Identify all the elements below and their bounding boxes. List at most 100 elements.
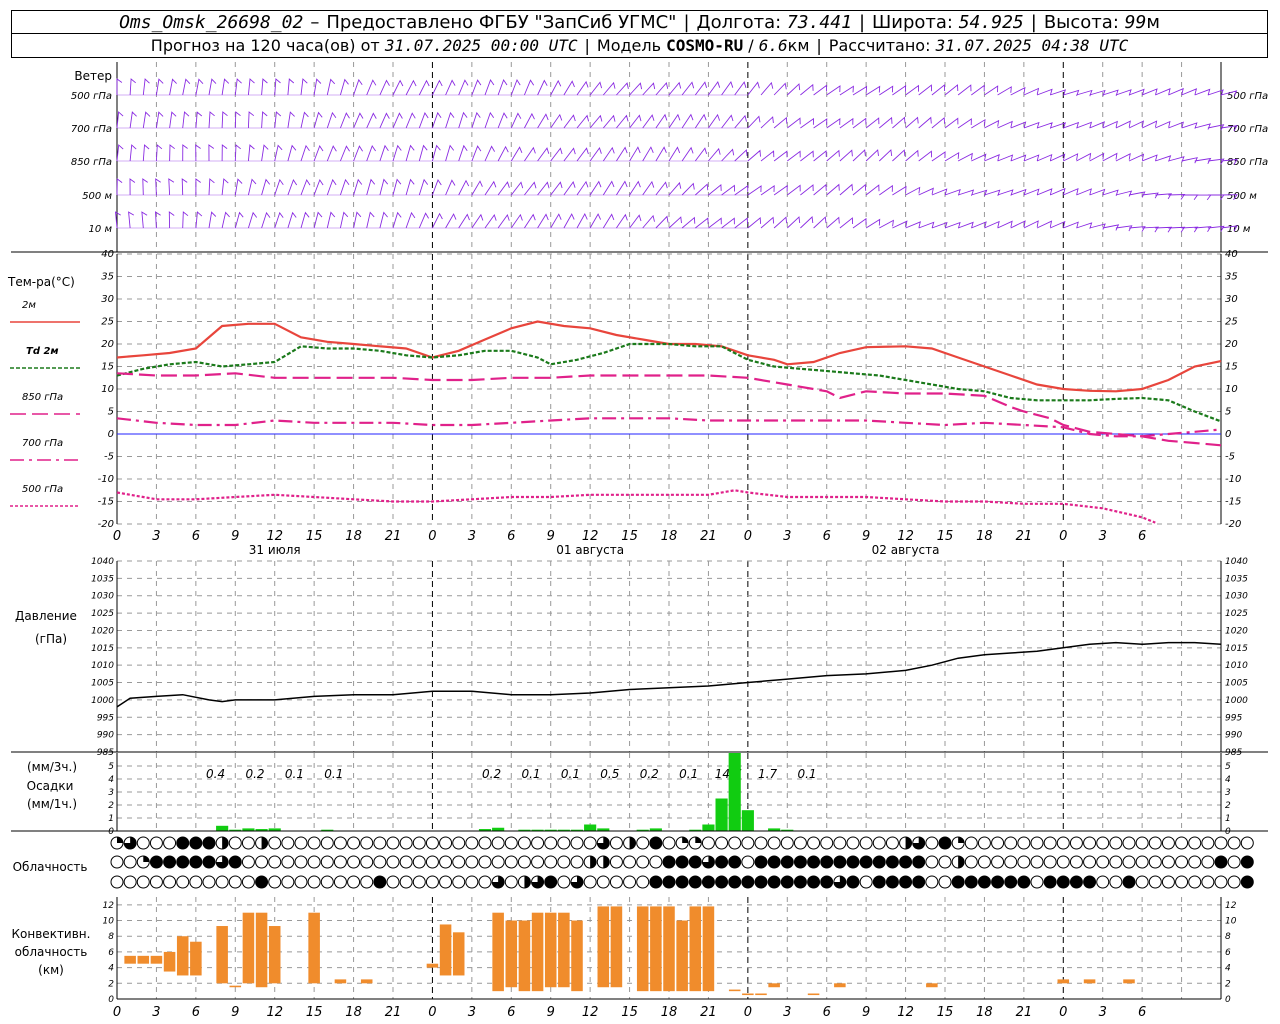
temperature-tick-label: 25 xyxy=(1225,317,1238,328)
temperature-tick-label: 40 xyxy=(101,249,114,260)
cloud-cover-symbol xyxy=(465,875,479,889)
hour-tick-label-bottom: 3 xyxy=(783,1005,791,1020)
cloud-cover-symbol xyxy=(531,836,545,850)
cloud-cover-symbol xyxy=(333,875,347,889)
cloud-cover-symbol xyxy=(399,855,413,869)
cloud-cover-symbol xyxy=(386,875,400,889)
cloud-cover-fill xyxy=(524,875,531,888)
cloud-cover-symbol xyxy=(715,836,729,850)
cloud-cover-symbol xyxy=(1109,836,1123,850)
precipitation-total-label: 0.2 xyxy=(640,767,659,781)
hour-tick-label-bottom: 9 xyxy=(862,1005,870,1020)
cloud-cover-symbol xyxy=(557,836,571,850)
temperature-series-5 xyxy=(116,489,1156,524)
cloud-cover-symbol xyxy=(425,855,439,869)
hour-tick-label: 12 xyxy=(897,529,914,544)
temperature-tick-label: 35 xyxy=(101,272,114,283)
cloud-cover-symbol xyxy=(609,875,623,889)
cloud-cover-symbol xyxy=(675,875,689,889)
cloud-cover-symbol xyxy=(912,875,926,889)
cloud-cover-fill xyxy=(905,837,912,849)
cloud-cover-symbol xyxy=(1096,855,1110,869)
cloud-cover-symbol xyxy=(189,875,203,889)
cloud-cover-symbol xyxy=(373,855,387,869)
legend-label: 500 гПа xyxy=(22,484,63,495)
legend-label: 850 гПа xyxy=(22,392,63,403)
cloud-cover-symbol xyxy=(1175,836,1189,850)
wind-barbs-1 xyxy=(116,78,1238,97)
cloud-cover-symbol xyxy=(1083,875,1097,889)
convective-bar xyxy=(926,983,938,988)
cloud-cover-symbol xyxy=(701,875,715,889)
cloud-cover-fill xyxy=(682,837,689,843)
cloud-cover-symbol xyxy=(504,836,518,850)
pressure-tick-label: 1010 xyxy=(1225,661,1248,671)
temperature-tick-label: 30 xyxy=(101,294,114,305)
cloud-cover-symbol xyxy=(1017,875,1031,889)
pressure-tick-label: 990 xyxy=(97,731,114,741)
cloud-cover-symbol xyxy=(872,855,886,869)
cloud-cover-symbol xyxy=(1056,836,1070,850)
cloud-cover-symbol xyxy=(596,875,610,889)
cloud-cover-symbol xyxy=(425,875,439,889)
cloud-cover-symbol xyxy=(281,875,295,889)
hour-tick-label: 6 xyxy=(507,529,515,544)
cloud-cover-symbol xyxy=(649,875,663,889)
cloud-cover-symbol xyxy=(859,855,873,869)
cloud-cover-symbol xyxy=(1122,875,1136,889)
cloud-cover-symbol xyxy=(741,855,755,869)
convective-bar xyxy=(755,993,767,996)
precipitation-bar xyxy=(702,824,715,831)
precipitation-tick-label: 3 xyxy=(1225,788,1231,798)
cloud-cover-symbol xyxy=(977,875,991,889)
hour-tick-label: 3 xyxy=(1099,529,1107,544)
convective-bar xyxy=(663,906,675,992)
precipitation-tick-label: 2 xyxy=(1225,801,1231,811)
day-label: 01 августа xyxy=(556,543,624,557)
cloud-cover-symbol xyxy=(701,836,715,850)
convective-bar xyxy=(597,906,610,988)
temperature-tick-label: 5 xyxy=(108,407,114,418)
convective-bar xyxy=(834,983,846,988)
cloud-cover-symbol xyxy=(767,875,781,889)
precipitation-tick-label: 0 xyxy=(1225,827,1231,837)
cloud-cover-symbol xyxy=(846,855,860,869)
cloud-cover-fill xyxy=(117,837,123,843)
convective-bar xyxy=(558,912,570,988)
convective-bar xyxy=(163,951,176,972)
cloud-cover-symbol xyxy=(1135,875,1149,889)
cloud-cover-symbol xyxy=(1227,855,1241,869)
convective-bar xyxy=(728,989,741,992)
cloud-cover-symbol xyxy=(176,875,190,889)
cloud-cover-symbol xyxy=(517,855,531,869)
cloud-cover-symbol xyxy=(320,836,334,850)
hour-tick-label: 9 xyxy=(231,529,239,544)
hour-tick-label: 0 xyxy=(428,529,436,544)
convective-bar xyxy=(452,932,465,976)
temperature-tick-label: 5 xyxy=(1225,407,1231,418)
convective-bar xyxy=(176,936,189,976)
precipitation-tick-label: 4 xyxy=(1225,775,1231,785)
cloud-cover-symbol xyxy=(360,855,374,869)
day-label: 31 июля xyxy=(249,543,301,557)
precipitation-tick-label: 4 xyxy=(108,775,114,785)
precipitation-total-label: 0.1 xyxy=(521,767,540,781)
hour-tick-label-bottom: 0 xyxy=(428,1005,436,1020)
convective-tick-label: 8 xyxy=(1225,932,1231,942)
cloud-cover-symbol xyxy=(1161,855,1175,869)
convective-bar xyxy=(439,924,452,976)
cloud-cover-symbol xyxy=(754,875,768,889)
convective-bar xyxy=(544,912,557,988)
convective-bar xyxy=(742,993,754,996)
cloud-cover-symbol xyxy=(1161,875,1175,889)
cloud-cover-symbol xyxy=(609,836,623,850)
precipitation-total-label: 0.1 xyxy=(561,767,580,781)
cloud-cover-symbol xyxy=(320,875,334,889)
cloud-cover-symbol xyxy=(228,855,242,869)
pressure-tick-label: 1030 xyxy=(91,592,114,602)
temperature-tick-label: 0 xyxy=(108,429,114,440)
hour-tick-label-bottom: 6 xyxy=(192,1005,200,1020)
temperature-tick-label: -20 xyxy=(98,519,114,530)
cloud-cover-symbol xyxy=(176,836,190,850)
precipitation-total-label: 0.1 xyxy=(797,767,816,781)
